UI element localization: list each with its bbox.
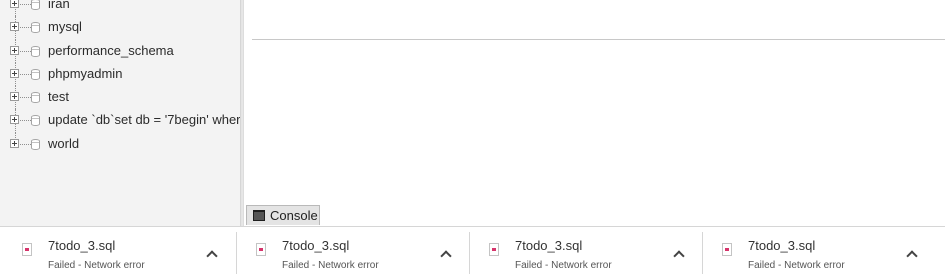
tree-item-label[interactable]: test	[48, 89, 69, 104]
tree-item-iran[interactable]: iran	[0, 0, 240, 17]
chevron-up-icon[interactable]	[438, 249, 454, 261]
expand-plus-icon[interactable]	[10, 22, 19, 32]
expand-plus-icon[interactable]	[10, 92, 19, 102]
chevron-up-icon[interactable]	[204, 249, 220, 261]
download-item[interactable]: 7todo_3.sql Failed - Network error	[234, 227, 467, 274]
download-filename: 7todo_3.sql	[515, 238, 583, 253]
expand-plus-icon[interactable]	[10, 0, 19, 8]
database-icon	[31, 115, 40, 127]
file-icon	[489, 243, 499, 256]
database-tree: iran mysql performance_schema phpmyadmin…	[0, 0, 240, 156]
console-label: Console	[270, 208, 318, 223]
download-status: Failed - Network error	[282, 260, 379, 271]
tree-item-label[interactable]: performance_schema	[48, 43, 174, 58]
file-icon	[22, 243, 32, 256]
download-filename: 7todo_3.sql	[282, 238, 350, 253]
tree-item-label[interactable]: iran	[48, 0, 70, 11]
terminal-icon	[253, 210, 265, 221]
console-tab[interactable]: Console	[246, 205, 320, 225]
file-icon	[256, 243, 266, 256]
download-status: Failed - Network error	[515, 260, 612, 271]
database-icon	[31, 68, 40, 80]
download-shelf: 7todo_3.sql Failed - Network error 7todo…	[0, 226, 945, 274]
database-icon	[31, 22, 40, 34]
tree-item-phpmyadmin[interactable]: phpmyadmin	[0, 62, 240, 87]
expand-plus-icon[interactable]	[10, 45, 19, 55]
sidebar-resize-handle[interactable]	[240, 0, 244, 226]
expand-plus-icon[interactable]	[10, 68, 19, 78]
tree-item-mysql[interactable]: mysql	[0, 16, 240, 40]
database-icon	[31, 92, 40, 104]
download-status: Failed - Network error	[48, 260, 145, 271]
expand-plus-icon[interactable]	[10, 138, 19, 148]
tree-item-label[interactable]: phpmyadmin	[48, 66, 122, 81]
database-icon	[31, 138, 40, 150]
download-status: Failed - Network error	[748, 260, 845, 271]
download-item[interactable]: 7todo_3.sql Failed - Network error	[700, 227, 933, 274]
download-filename: 7todo_3.sql	[48, 238, 116, 253]
download-item[interactable]: 7todo_3.sql Failed - Network error	[0, 227, 233, 274]
download-item[interactable]: 7todo_3.sql Failed - Network error	[467, 227, 700, 274]
content-divider	[252, 39, 945, 40]
tree-item-label[interactable]: update `db`set db = '7begin' wher	[48, 112, 240, 127]
expand-plus-icon[interactable]	[10, 115, 19, 125]
tree-item-label[interactable]: mysql	[48, 19, 82, 34]
download-filename: 7todo_3.sql	[748, 238, 816, 253]
database-icon	[31, 45, 40, 57]
tree-item-performance-schema[interactable]: performance_schema	[0, 39, 240, 63]
tree-item-test[interactable]: test	[0, 86, 240, 110]
tree-item-label[interactable]: world	[48, 136, 79, 151]
chevron-up-icon[interactable]	[904, 249, 920, 261]
file-icon	[722, 243, 732, 256]
navigation-panel: iran mysql performance_schema phpmyadmin…	[0, 0, 240, 226]
database-icon	[31, 0, 40, 10]
tree-item-world[interactable]: world	[0, 132, 240, 156]
chevron-up-icon[interactable]	[671, 249, 687, 261]
tree-item-update-db[interactable]: update `db`set db = '7begin' wher	[0, 109, 240, 133]
